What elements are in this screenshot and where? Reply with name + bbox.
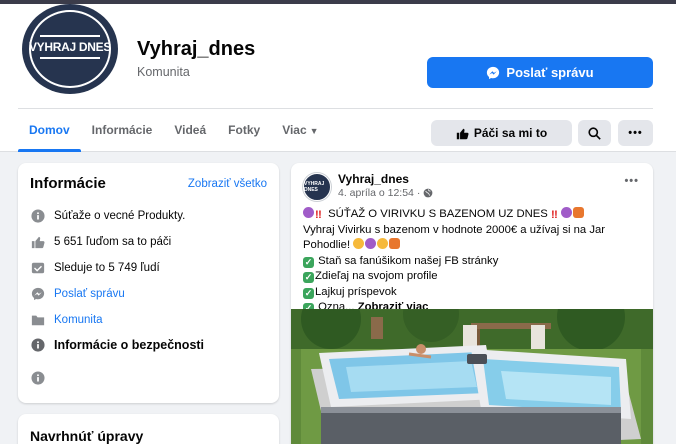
clap-emoji-icon xyxy=(377,238,389,249)
profile-logo[interactable]: VYHRAJ DNES xyxy=(22,4,118,94)
devil-emoji-icon xyxy=(303,207,314,218)
tab-videos[interactable]: Videá xyxy=(163,114,217,152)
post-image[interactable] xyxy=(291,309,653,444)
logo-divider xyxy=(40,57,100,59)
post-line: Vyhraj Vivirku s bazenom v hodnote 2000€… xyxy=(303,223,606,236)
gift-icon xyxy=(572,207,584,218)
info-icon xyxy=(30,337,45,352)
meta-separator: · xyxy=(416,187,421,199)
check-icon: ✓ xyxy=(303,287,314,299)
tab-photos[interactable]: Fotky xyxy=(217,114,271,152)
like-button[interactable]: Páči sa mi to xyxy=(431,120,572,146)
info-row-extra xyxy=(30,370,45,385)
avatar[interactable]: VYHRAJ DNES xyxy=(303,173,331,201)
post-line: ‼ SÚŤAŽ O VIRIVKU S BAZENOM UZ DNES ‼ xyxy=(303,207,643,223)
more-icon: ••• xyxy=(628,127,643,139)
check-icon: ✓ xyxy=(303,256,314,268)
globe-icon xyxy=(424,188,433,198)
post-line: Pohodlie! xyxy=(303,238,643,254)
about-title: Informácie xyxy=(30,175,106,192)
devil-emoji-icon xyxy=(560,207,572,218)
hot-tub-photo xyxy=(291,309,653,444)
more-icon: ••• xyxy=(624,175,639,187)
tab-home[interactable]: Domov xyxy=(18,114,81,152)
send-message-button[interactable]: Poslať správu xyxy=(427,57,653,88)
logo-divider xyxy=(40,35,100,37)
see-all-link[interactable]: Zobraziť všetko xyxy=(188,178,267,190)
tab-more[interactable]: Viac ▼ xyxy=(271,114,329,152)
post-text: ‼ SÚŤAŽ O VIRIVKU S BAZENOM UZ DNES ‼ Vy… xyxy=(303,207,643,316)
search-icon xyxy=(588,126,601,140)
caret-down-icon: ▼ xyxy=(309,126,319,136)
messenger-icon xyxy=(30,286,45,301)
tab-about[interactable]: Informácie xyxy=(81,114,164,152)
check-icon: ✓ xyxy=(303,272,314,283)
info-row-followers: Sleduje to 5 749 ľudí xyxy=(30,260,160,275)
info-row-safety[interactable]: Informácie o bezpečnosti xyxy=(30,337,204,352)
info-row-likes: 5 651 ľuďom sa to páči xyxy=(30,234,171,249)
search-button[interactable] xyxy=(578,120,611,146)
header-divider xyxy=(18,108,653,109)
more-options-button[interactable]: ••• xyxy=(618,120,653,146)
post-line: ✓ Staň sa fanúšikom našej FB stránky xyxy=(303,254,499,268)
thumbs-up-icon xyxy=(30,234,45,249)
logo-text: VYHRAJ DNES xyxy=(28,40,112,54)
folder-icon xyxy=(30,312,45,327)
follow-icon xyxy=(30,260,45,275)
exclamation-icon: ‼ xyxy=(550,209,558,221)
info-icon xyxy=(30,208,45,223)
page-category[interactable]: Komunita xyxy=(137,65,190,79)
page-header: VYHRAJ DNES Vyhraj_dnes Komunita Poslať … xyxy=(0,4,676,152)
gift-icon xyxy=(389,238,401,249)
post-meta: 4. apríla o 12:54 · xyxy=(338,187,433,199)
devil-emoji-icon xyxy=(365,238,377,249)
muscle-emoji-icon xyxy=(353,238,365,249)
like-label: Páči sa mi to xyxy=(473,126,548,140)
info-row-category[interactable]: Komunita xyxy=(30,312,103,327)
suggest-edits-card: Navrhnúť úpravy xyxy=(18,414,279,444)
page-title: Vyhraj_dnes xyxy=(137,38,256,60)
post-line: ✓ Zdieľaj na svojom profile xyxy=(303,270,438,283)
post-author[interactable]: Vyhraj_dnes xyxy=(338,172,409,186)
suggest-edits-title: Navrhnúť úpravy xyxy=(30,428,144,444)
info-icon xyxy=(30,370,45,385)
send-message-label: Poslať správu xyxy=(506,65,594,80)
about-card: Informácie Zobraziť všetko Súťaže o vecn… xyxy=(18,163,279,403)
page-tabs: Domov Informácie Videá Fotky Viac ▼ xyxy=(18,114,330,152)
post-date[interactable]: 4. apríla o 12:54 xyxy=(338,187,414,199)
post-card: VYHRAJ DNES Vyhraj_dnes 4. apríla o 12:5… xyxy=(291,163,653,444)
post-options-button[interactable]: ••• xyxy=(624,175,639,187)
post-line: ✓ Lajkuj príspevok xyxy=(303,285,397,299)
thumbs-up-icon xyxy=(456,128,469,139)
info-row-send-message[interactable]: Poslať správu xyxy=(30,286,125,301)
messenger-icon xyxy=(487,66,500,79)
exclamation-icon: ‼ xyxy=(315,209,322,221)
info-row-description: Súťaže o vecné Produkty. xyxy=(30,208,185,223)
